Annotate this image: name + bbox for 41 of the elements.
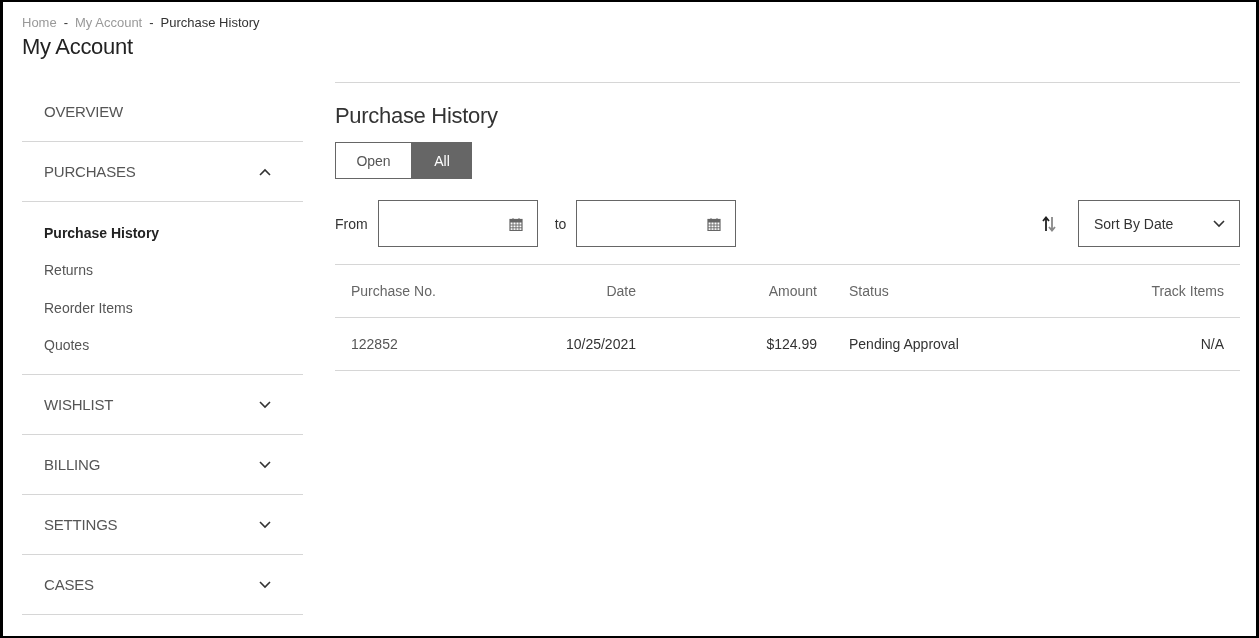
table-cell-text: $124.99 [765,336,817,352]
calendar-icon[interactable] [707,216,722,231]
table-cell-text: Pending Approval [848,336,960,352]
column-header: Track Items [1150,283,1224,299]
section-title: Purchase History [335,103,499,129]
chevron-down-icon [259,460,271,469]
chevron-down-icon [259,580,271,589]
sort-dropdown[interactable]: Sort By Date [1078,200,1240,247]
chevron-down-icon [259,400,271,409]
sidebar-section[interactable]: WISHLIST [44,396,114,413]
table-cell-text: 122852 [351,336,399,352]
sidebar-item[interactable]: Quotes [22,326,303,364]
filter-tab[interactable]: All [412,142,472,179]
chevron-down-icon [259,520,271,529]
sidebar-link[interactable]: OVERVIEW [44,103,123,120]
from-label: From [335,215,368,232]
sidebar-section[interactable]: BILLING [44,456,101,473]
chevron-up-icon [259,167,271,176]
breadcrumb-separator: - [63,15,69,30]
date-field[interactable] [377,200,538,247]
sidebar-item[interactable]: Returns [22,251,303,289]
breadcrumb-separator: - [149,15,154,30]
column-header: Date [605,283,636,299]
column-header: Purchase No. [351,283,437,299]
date-field[interactable] [576,200,737,247]
column-header: Amount [767,283,817,299]
column-header: Status [848,283,890,299]
sidebar-section[interactable]: CASES [44,576,94,593]
to-label: to [554,215,567,232]
sidebar-section[interactable]: SETTINGS [44,516,118,533]
sort-order-icon[interactable] [1042,215,1056,232]
sidebar-item[interactable]: Purchase History [22,214,303,252]
sidebar-item[interactable]: Reorder Items [22,289,303,327]
caret-icon [1213,219,1225,228]
filter-tab[interactable]: Open [335,142,412,179]
table-cell-text: N/A [1199,336,1224,352]
table-cell-text: 10/25/2021 [564,336,636,352]
calendar-icon[interactable] [508,216,523,231]
breadcrumb-current: Purchase History [160,15,260,30]
sidebar-section[interactable]: PURCHASES [44,163,136,180]
page-title: My Account [22,34,134,60]
